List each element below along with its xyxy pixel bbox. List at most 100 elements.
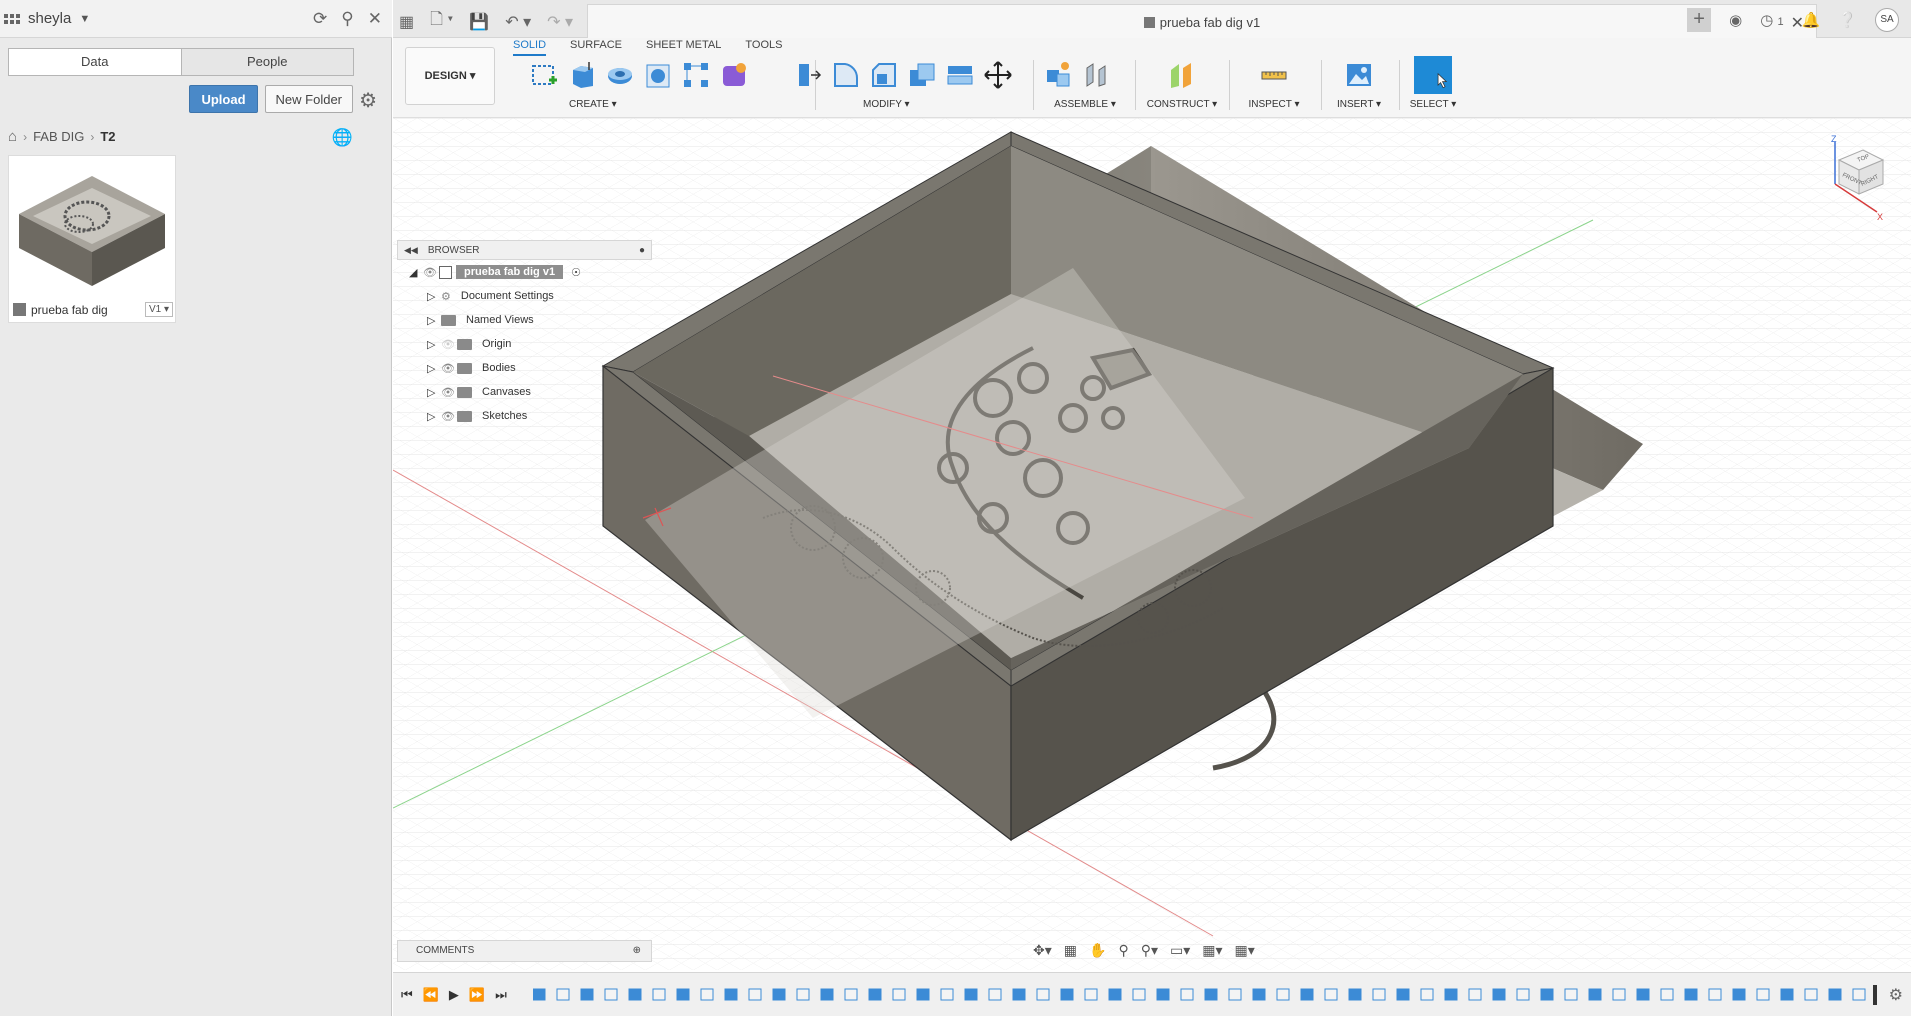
timeline-body-feature[interactable] (1828, 988, 1842, 1001)
chamfer-icon[interactable] (869, 60, 899, 90)
timeline-body-feature[interactable] (1060, 988, 1074, 1001)
offset-plane-icon[interactable] (1167, 60, 1197, 90)
timeline-body-feature[interactable] (580, 988, 594, 1001)
create-sketch-icon[interactable] (529, 60, 559, 90)
expand-triangle-icon[interactable]: ▷ (427, 362, 441, 375)
timeline-body-feature[interactable] (868, 988, 882, 1001)
assemble-dropdown[interactable]: ASSEMBLE ▾ (1043, 99, 1127, 110)
timeline-sketch-feature[interactable] (1660, 988, 1674, 1001)
timeline-sketch-feature[interactable] (892, 988, 906, 1001)
timeline-sketch-feature[interactable] (700, 988, 714, 1001)
apps-grid-icon[interactable]: ▦ (399, 12, 414, 32)
timeline-sketch-feature[interactable] (1228, 988, 1242, 1001)
timeline-sketch-feature[interactable] (1804, 988, 1818, 1001)
timeline-body-feature[interactable] (1108, 988, 1122, 1001)
help-icon[interactable]: ❔ (1838, 11, 1857, 29)
file-card[interactable]: prueba fab dig V1 ▾ (8, 155, 176, 323)
select-dropdown[interactable]: SELECT ▾ (1403, 99, 1463, 110)
browser-item-document-settings[interactable]: ▷ ⚙ Document Settings (397, 284, 652, 308)
timeline-sketch-feature[interactable] (1516, 988, 1530, 1001)
extensions-icon[interactable]: ◉ (1729, 11, 1742, 29)
tab-tools[interactable]: TOOLS (745, 38, 782, 56)
tab-solid[interactable]: SOLID (513, 38, 547, 56)
timeline-sketch-feature[interactable] (748, 988, 762, 1001)
create-dropdown[interactable]: CREATE ▾ (569, 99, 617, 110)
new-tab-button[interactable]: + (1687, 8, 1712, 32)
redo-icon[interactable]: ↷ ▾ (547, 12, 573, 32)
hole-icon[interactable] (643, 60, 673, 90)
timeline-sketch-feature[interactable] (796, 988, 810, 1001)
apps-grid-icon[interactable] (4, 10, 22, 28)
version-dropdown[interactable]: V1 ▾ (144, 302, 173, 317)
timeline-body-feature[interactable] (1156, 988, 1170, 1001)
timeline-sketch-feature[interactable] (1276, 988, 1290, 1001)
close-icon[interactable]: ✕ (368, 9, 382, 29)
timeline-sketch-feature[interactable] (844, 988, 858, 1001)
timeline-sketch-feature[interactable] (1612, 988, 1626, 1001)
expand-triangle-icon[interactable]: ▷ (427, 290, 441, 303)
timeline-sketch-feature[interactable] (1708, 988, 1722, 1001)
timeline-body-feature[interactable] (1252, 988, 1266, 1001)
timeline-body-feature[interactable] (1012, 988, 1026, 1001)
go-to-end-icon[interactable]: ⏭ (495, 987, 507, 1003)
step-forward-icon[interactable]: ⏩ (469, 987, 485, 1003)
workspace-switcher[interactable]: DESIGN ▾ (405, 47, 495, 105)
home-icon[interactable]: ⌂ (8, 128, 17, 145)
search-icon[interactable]: ⚲ (341, 9, 353, 29)
press-pull-icon[interactable] (793, 60, 823, 90)
timeline-sketch-feature[interactable] (1180, 988, 1194, 1001)
expand-triangle-icon[interactable]: ▷ (427, 386, 441, 399)
timeline-body-feature[interactable] (1300, 988, 1314, 1001)
pan-icon[interactable]: ✋ (1089, 942, 1106, 959)
add-comment-icon[interactable]: ⊕ (633, 941, 641, 961)
insert-dropdown[interactable]: INSERT ▾ (1325, 99, 1393, 110)
timeline-sketch-feature[interactable] (1372, 988, 1386, 1001)
zoom-icon[interactable]: ⚲ (1118, 942, 1128, 959)
viewports-icon[interactable]: ▦▾ (1235, 942, 1255, 959)
timeline-body-feature[interactable] (1204, 988, 1218, 1001)
notification-bell-icon[interactable]: 🔔 (1802, 11, 1821, 29)
extrude-icon[interactable] (567, 60, 597, 90)
new-folder-button[interactable]: New Folder (264, 85, 353, 113)
tab-data[interactable]: Data (9, 49, 182, 75)
timeline-body-feature[interactable] (964, 988, 978, 1001)
timeline-sketch-feature[interactable] (604, 988, 618, 1001)
breadcrumb-project[interactable]: FAB DIG (33, 129, 84, 144)
timeline-body-feature[interactable] (1444, 988, 1458, 1001)
timeline-sketch-feature[interactable] (1036, 988, 1050, 1001)
expand-triangle-icon[interactable]: ▷ (427, 410, 441, 423)
timeline-track[interactable] (533, 985, 1883, 1005)
modify-dropdown[interactable]: MODIFY ▾ (863, 99, 910, 110)
joint-icon[interactable] (1081, 60, 1111, 90)
timeline-body-feature[interactable] (1492, 988, 1506, 1001)
timeline-sketch-feature[interactable] (988, 988, 1002, 1001)
timeline-body-feature[interactable] (916, 988, 930, 1001)
comments-panel[interactable]: COMMENTS ⊕ (397, 940, 652, 962)
file-name[interactable]: prueba fab dig (31, 303, 108, 317)
browser-root[interactable]: ◢ 👁 prueba fab dig v1 ☉ (397, 260, 652, 284)
construct-dropdown[interactable]: CONSTRUCT ▾ (1143, 99, 1221, 110)
activate-radio-icon[interactable]: ☉ (571, 266, 581, 279)
timeline-body-feature[interactable] (1588, 988, 1602, 1001)
visibility-eye-icon[interactable]: 👁 (441, 386, 457, 399)
timeline-body-feature[interactable] (1732, 988, 1746, 1001)
timeline-body-feature[interactable] (1396, 988, 1410, 1001)
timeline-sketch-feature[interactable] (940, 988, 954, 1001)
undo-icon[interactable]: ↶ ▾ (505, 12, 531, 32)
expand-triangle-icon[interactable]: ▷ (427, 314, 441, 327)
timeline-body-feature[interactable] (1684, 988, 1698, 1001)
revolve-icon[interactable] (605, 60, 635, 90)
expand-triangle-icon[interactable]: ▷ (427, 338, 441, 351)
timeline-sketch-feature[interactable] (1756, 988, 1770, 1001)
step-back-icon[interactable]: ⏪ (423, 987, 439, 1003)
collapse-triangle-icon[interactable]: ◢ (409, 266, 423, 279)
timeline-sketch-feature[interactable] (1564, 988, 1578, 1001)
timeline-sketch-feature[interactable] (652, 988, 666, 1001)
timeline-sketch-feature[interactable] (1132, 988, 1146, 1001)
job-status-icon[interactable]: ◷ 1 (1760, 11, 1783, 29)
tab-surface[interactable]: SURFACE (570, 38, 622, 56)
timeline-body-feature[interactable] (724, 988, 738, 1001)
browser-item-bodies[interactable]: ▷ 👁 Bodies (397, 356, 652, 380)
play-icon[interactable]: ▶ (449, 987, 459, 1003)
timeline-sketch-feature[interactable] (1852, 988, 1866, 1001)
